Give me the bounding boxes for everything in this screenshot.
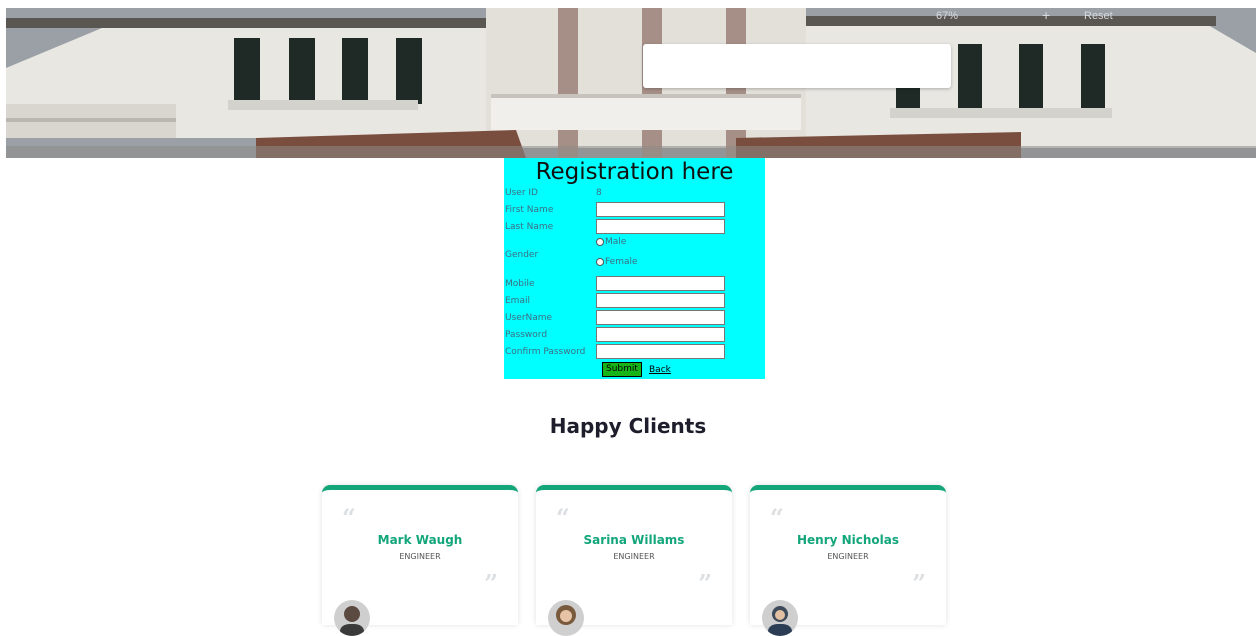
confirm-password-input[interactable] (596, 344, 725, 359)
hero-banner: 67% + Reset (6, 8, 1256, 158)
zoom-toolbar: 67% + Reset (918, 8, 1138, 26)
quote-close-icon: ” (912, 569, 926, 598)
client-card: “ Mark Waugh ENGINEER ” (322, 485, 518, 636)
radio-icon[interactable] (596, 238, 604, 246)
gender-male-option[interactable]: Male (596, 237, 626, 247)
gender-female-option[interactable]: Female (596, 257, 638, 267)
password-input[interactable] (596, 327, 725, 342)
last-name-label: Last Name (505, 222, 554, 232)
hero-search-input[interactable] (643, 44, 951, 88)
zoom-reset-button[interactable]: Reset (1084, 10, 1113, 22)
client-name: Sarina Willams (583, 533, 685, 547)
quote-close-icon: ” (484, 569, 498, 598)
user-id-label: User ID (505, 188, 538, 198)
registration-title: Registration here (535, 159, 734, 185)
radio-icon[interactable] (596, 258, 604, 266)
first-name-input[interactable] (596, 202, 725, 217)
first-name-label: First Name (505, 205, 554, 215)
building-image (6, 8, 1256, 158)
username-label: UserName (505, 313, 553, 323)
gender-female-label: Female (605, 257, 638, 267)
registration-form: Registration here User ID 8 First Name L… (504, 158, 765, 379)
gender-label: Gender (505, 250, 539, 260)
user-id-value: 8 (596, 188, 602, 198)
mobile-label: Mobile (505, 279, 535, 289)
mobile-input[interactable] (596, 276, 725, 291)
avatar (548, 600, 584, 636)
quote-open-icon: “ (770, 503, 784, 532)
email-label: Email (505, 296, 530, 306)
password-label: Password (505, 330, 548, 340)
quote-close-icon: ” (698, 569, 712, 598)
avatar (762, 600, 798, 636)
submit-button[interactable]: Submit (602, 362, 642, 377)
username-input[interactable] (596, 310, 725, 325)
email-input[interactable] (596, 293, 725, 308)
last-name-input[interactable] (596, 219, 725, 234)
client-card: “ Sarina Willams ENGINEER ” (536, 485, 732, 636)
client-role: ENGINEER (399, 552, 441, 561)
zoom-level: 67% (936, 10, 959, 22)
quote-open-icon: “ (556, 503, 570, 532)
happy-clients-title: Happy Clients (549, 414, 707, 438)
client-card: “ Henry Nicholas ENGINEER ” (750, 485, 946, 636)
avatar (334, 600, 370, 636)
client-name: Henry Nicholas (796, 533, 900, 547)
back-link[interactable]: Back (649, 365, 671, 375)
zoom-in-button[interactable]: + (1042, 8, 1050, 23)
client-role: ENGINEER (613, 552, 655, 561)
client-name: Mark Waugh (377, 533, 463, 547)
quote-open-icon: “ (342, 503, 356, 532)
confirm-password-label: Confirm Password (505, 347, 586, 357)
gender-male-label: Male (605, 237, 627, 247)
client-role: ENGINEER (827, 552, 869, 561)
